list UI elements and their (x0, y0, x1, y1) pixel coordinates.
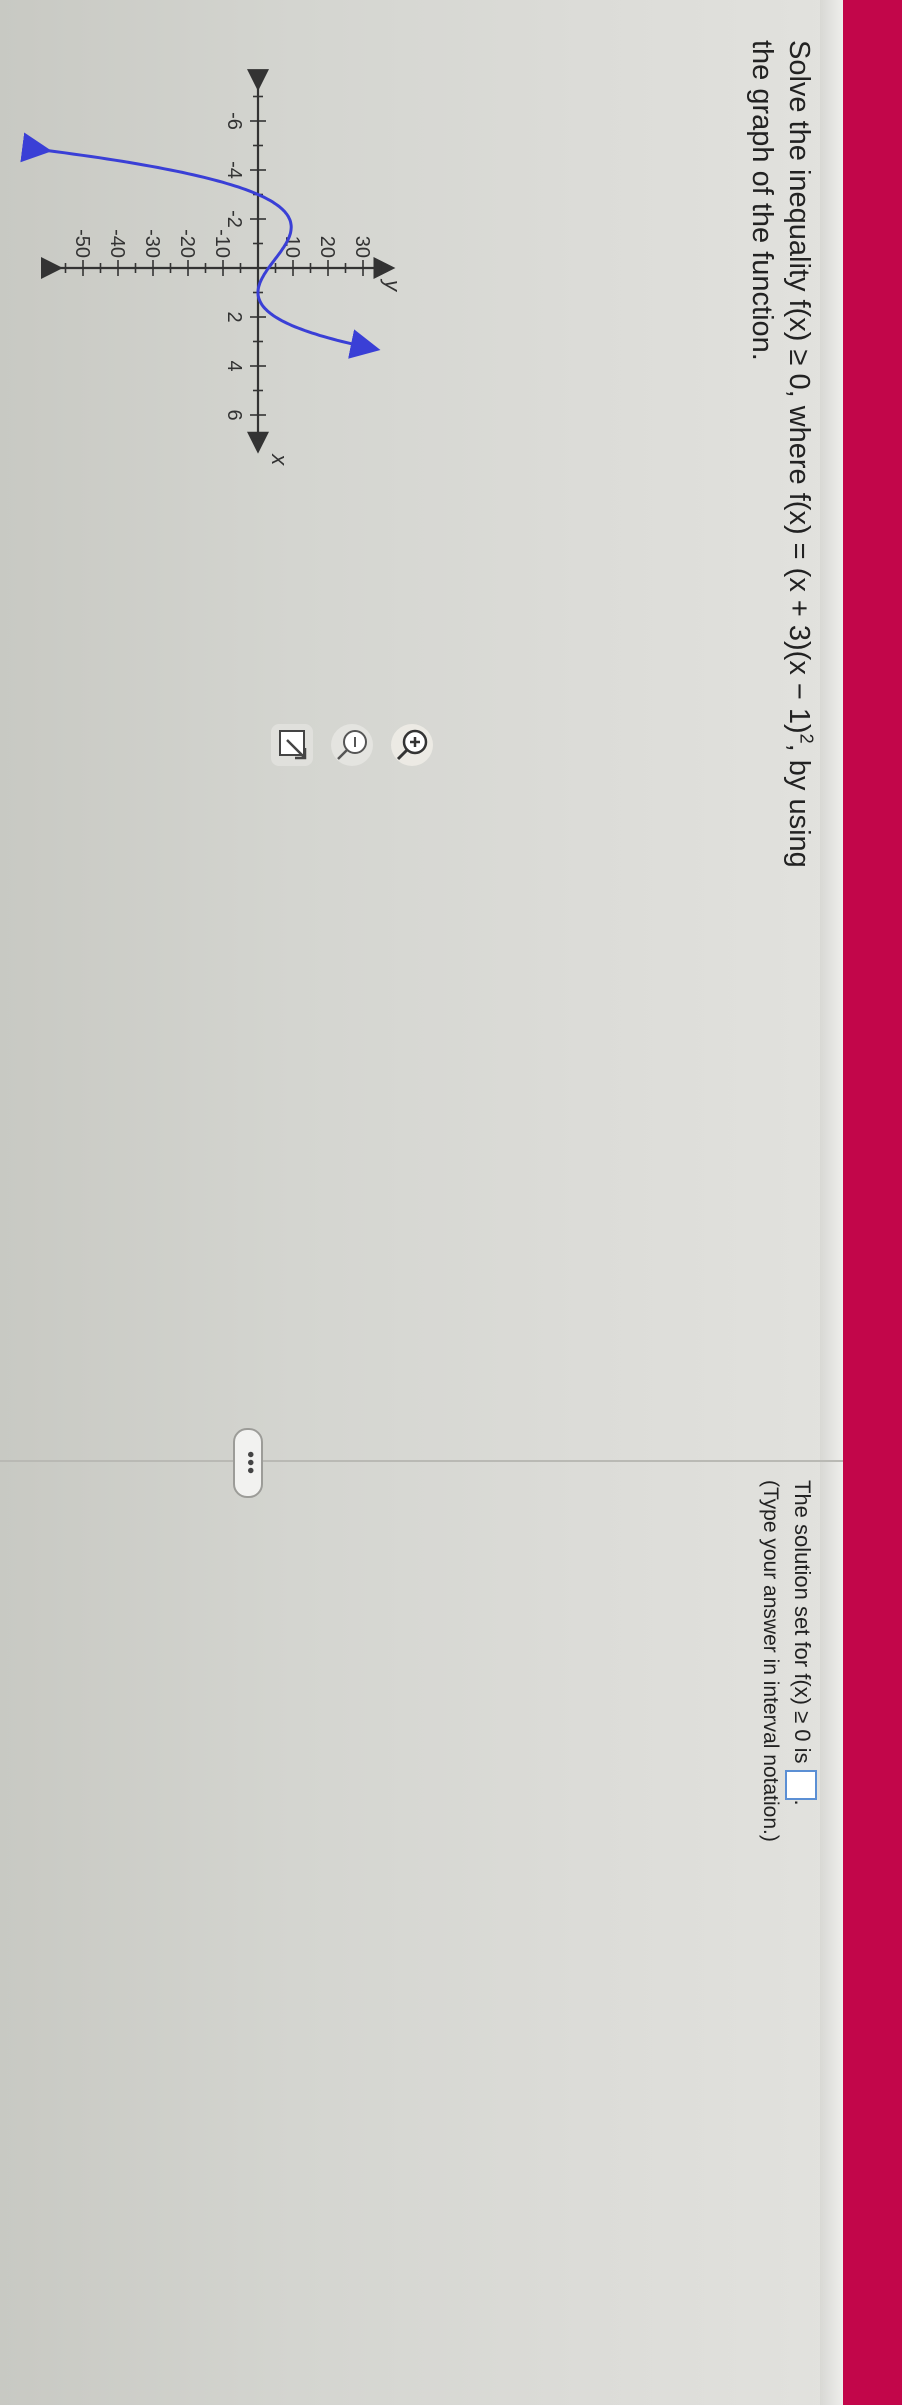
y-tick-label: -20 (176, 229, 198, 258)
answer-period: . (790, 1799, 815, 1806)
y-tick-label: -30 (141, 229, 163, 258)
answer-line: The solution set for f(x) ≥ 0 is. (784, 1480, 817, 2380)
zoom-in-icon[interactable] (391, 724, 433, 766)
x-tick-label: -2 (223, 210, 245, 228)
y-tick-label: -10 (211, 229, 233, 258)
x-tick-label: 4 (223, 360, 245, 371)
monitor-bezel (843, 0, 902, 2405)
y-tick-label: 20 (316, 236, 338, 258)
photo-frame: Solve the inequality f(x) ≥ 0, where f(x… (0, 0, 902, 2405)
answer-area: The solution set for f(x) ≥ 0 is. (Type … (755, 1480, 817, 2380)
y-tick-label: -50 (71, 229, 93, 258)
answer-input[interactable] (784, 1769, 817, 1800)
y-tick-label: 30 (351, 236, 373, 258)
answer-prompt: The solution set for f(x) ≥ 0 is (790, 1480, 815, 1764)
zoom-out-icon[interactable] (331, 724, 373, 766)
x-tick-label: 6 (223, 409, 245, 420)
x-tick-label: -4 (223, 161, 245, 179)
more-button[interactable]: ••• (233, 1428, 263, 1498)
function-graph: -6-4-2246302010-10-20-30-40-50 x y (20, 69, 405, 466)
x-axis-label: x (267, 453, 292, 466)
y-tick-label: -40 (106, 229, 128, 258)
panel-divider (0, 1460, 843, 1462)
answer-hint: (Type your answer in interval notation.) (758, 1480, 782, 1842)
x-tick-label: 2 (223, 311, 245, 322)
x-tick-label: -6 (223, 112, 245, 130)
y-axis-label: y (380, 278, 405, 293)
axes (40, 69, 396, 454)
question-panel: Solve the inequality f(x) ≥ 0, where f(x… (0, 0, 843, 2405)
expand-icon[interactable] (271, 724, 313, 766)
